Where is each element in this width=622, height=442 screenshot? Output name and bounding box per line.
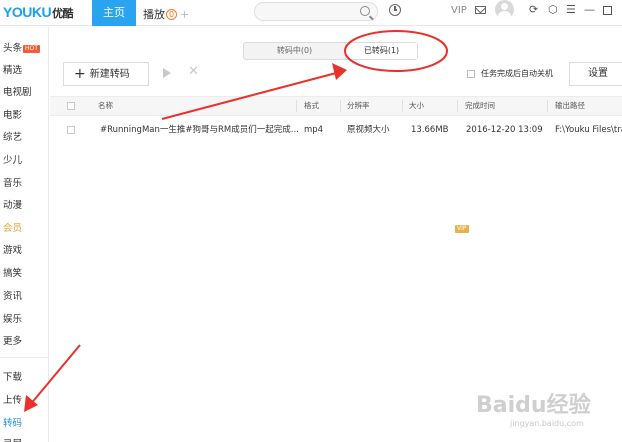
select-all-checkbox[interactable] [67,102,75,110]
sidebar-item-download[interactable]: 下载 [3,369,22,383]
tab-play-label: 播放 [143,8,165,21]
search-input[interactable] [254,2,378,21]
sidebar-item-headlines[interactable]: 头条 HOT [3,40,40,54]
baidu-watermark: Baidu经验 jingyan.baidu.com [476,387,591,428]
play-count-badge: 0 [166,9,177,20]
sidebar-item-transcode[interactable]: 转码 [3,415,22,429]
sidebar-item-screen-record[interactable]: 录屏 [3,436,22,442]
column-divider [547,100,548,112]
sidebar-divider [0,357,49,358]
sidebar-item-more[interactable]: 更多 [3,333,22,347]
row-checkbox[interactable] [67,126,75,134]
tab-play[interactable]: 播放 0 + [143,6,189,22]
row-format: mp4 [304,125,324,135]
sidebar-item-entertainment[interactable]: 娱乐 [3,311,22,325]
sidebar-item-featured[interactable]: 精选 [3,62,22,76]
column-name[interactable]: 名称 [98,97,113,115]
delete-icon[interactable]: ✕ [188,64,199,79]
vip-link[interactable]: VIP [451,5,467,16]
transcode-tabs: 转码中(0) 已转码(1) [243,42,418,60]
sidebar-item-anime[interactable]: 动漫 [3,197,22,211]
watermark-url: jingyan.baidu.com [510,419,584,428]
sidebar-item-label: 会员 [3,223,23,234]
tab-home[interactable]: 主页 [92,0,136,26]
youku-logo[interactable]: YOUKU优酷 [3,4,74,21]
new-transcode-button[interactable]: + 新建转码 [63,62,149,86]
row-file-name: #RunningMan一生推#狗哥与RM成员们一起完成... [100,125,299,135]
table-header: 名称 格式 分辨率 大小 完成时间 输出路径 [50,96,622,116]
maximize-icon[interactable] [603,6,612,15]
column-output-path[interactable]: 输出路径 [555,97,585,115]
sidebar-item-label: 头条 [3,43,23,54]
tab-transcoding[interactable]: 转码中(0) [244,43,345,59]
column-format[interactable]: 格式 [304,97,319,115]
auto-shutdown-checkbox[interactable] [467,70,475,78]
skin-icon[interactable]: ⬡ [548,4,558,16]
avatar[interactable] [495,0,514,19]
sidebar-item-movies[interactable]: 电影 [3,107,22,121]
sidebar-item-music[interactable]: 音乐 [3,175,22,189]
youku-window: YOUKU优酷 主页 播放 0 + VIP ⟳ ⬡ ☰ — 头条 HOT 精选 电视剧… [0,0,622,442]
top-bar: YOUKU优酷 主页 播放 0 + VIP ⟳ ⬡ ☰ — [0,0,622,26]
auto-shutdown-label: 任务完成后自动关机 [481,69,553,78]
hot-badge: HOT [23,45,40,53]
sidebar-item-member[interactable]: 会员 VIP [3,220,469,234]
message-icon[interactable] [475,6,486,14]
sidebar-item-games[interactable]: 游戏 [3,242,22,256]
column-size[interactable]: 大小 [409,97,424,115]
refresh-icon[interactable]: ⟳ [529,4,538,16]
tab-transcoded[interactable]: 已转码(1) [345,43,417,59]
logo-text: YOUKU [3,4,52,20]
menu-icon[interactable]: ☰ [566,4,576,16]
row-output-path[interactable]: F:\Youku Files\tra [555,118,622,142]
add-tab-button[interactable]: + [180,8,189,21]
new-transcode-label: 新建转码 [89,69,130,80]
sidebar: 头条 HOT 精选 电视剧 电影 综艺 少儿 音乐 动漫 会员 VIP 游戏 搞笑 … [0,27,469,442]
sidebar-item-kids[interactable]: 少儿 [3,152,22,166]
table-row[interactable]: #RunningMan一生推#狗哥与RM成员们一起完成... mp4 原视频大小… [50,118,622,144]
search-icon[interactable] [360,6,370,16]
logo-chinese: 优酷 [52,8,74,20]
settings-button[interactable]: 设置 [569,62,622,86]
column-divider [457,100,458,112]
plus-icon: + [74,66,86,82]
column-divider [402,100,403,112]
column-divider [340,100,341,112]
sidebar-item-upload[interactable]: 上传 [3,392,22,406]
start-icon[interactable] [163,68,171,78]
row-size: 13.66MB [411,125,449,135]
row-finished-time: 2016-12-20 13:09 [466,125,543,135]
sidebar-item-tv[interactable]: 电视剧 [3,84,32,98]
vip-badge: VIP [455,225,469,233]
sidebar-item-funny[interactable]: 搞笑 [3,265,22,279]
column-finished-time[interactable]: 完成时间 [465,97,495,115]
minimize-icon[interactable]: — [584,4,595,16]
row-resolution: 原视频大小 [347,125,390,135]
column-divider [296,100,297,112]
watermark-main: Baidu经验 [476,393,591,418]
sidebar-item-news[interactable]: 资讯 [3,288,22,302]
sidebar-item-variety[interactable]: 综艺 [3,129,22,143]
column-resolution[interactable]: 分辨率 [347,97,370,115]
annotation-arrowhead-tab [332,63,347,80]
history-icon[interactable] [389,4,401,16]
